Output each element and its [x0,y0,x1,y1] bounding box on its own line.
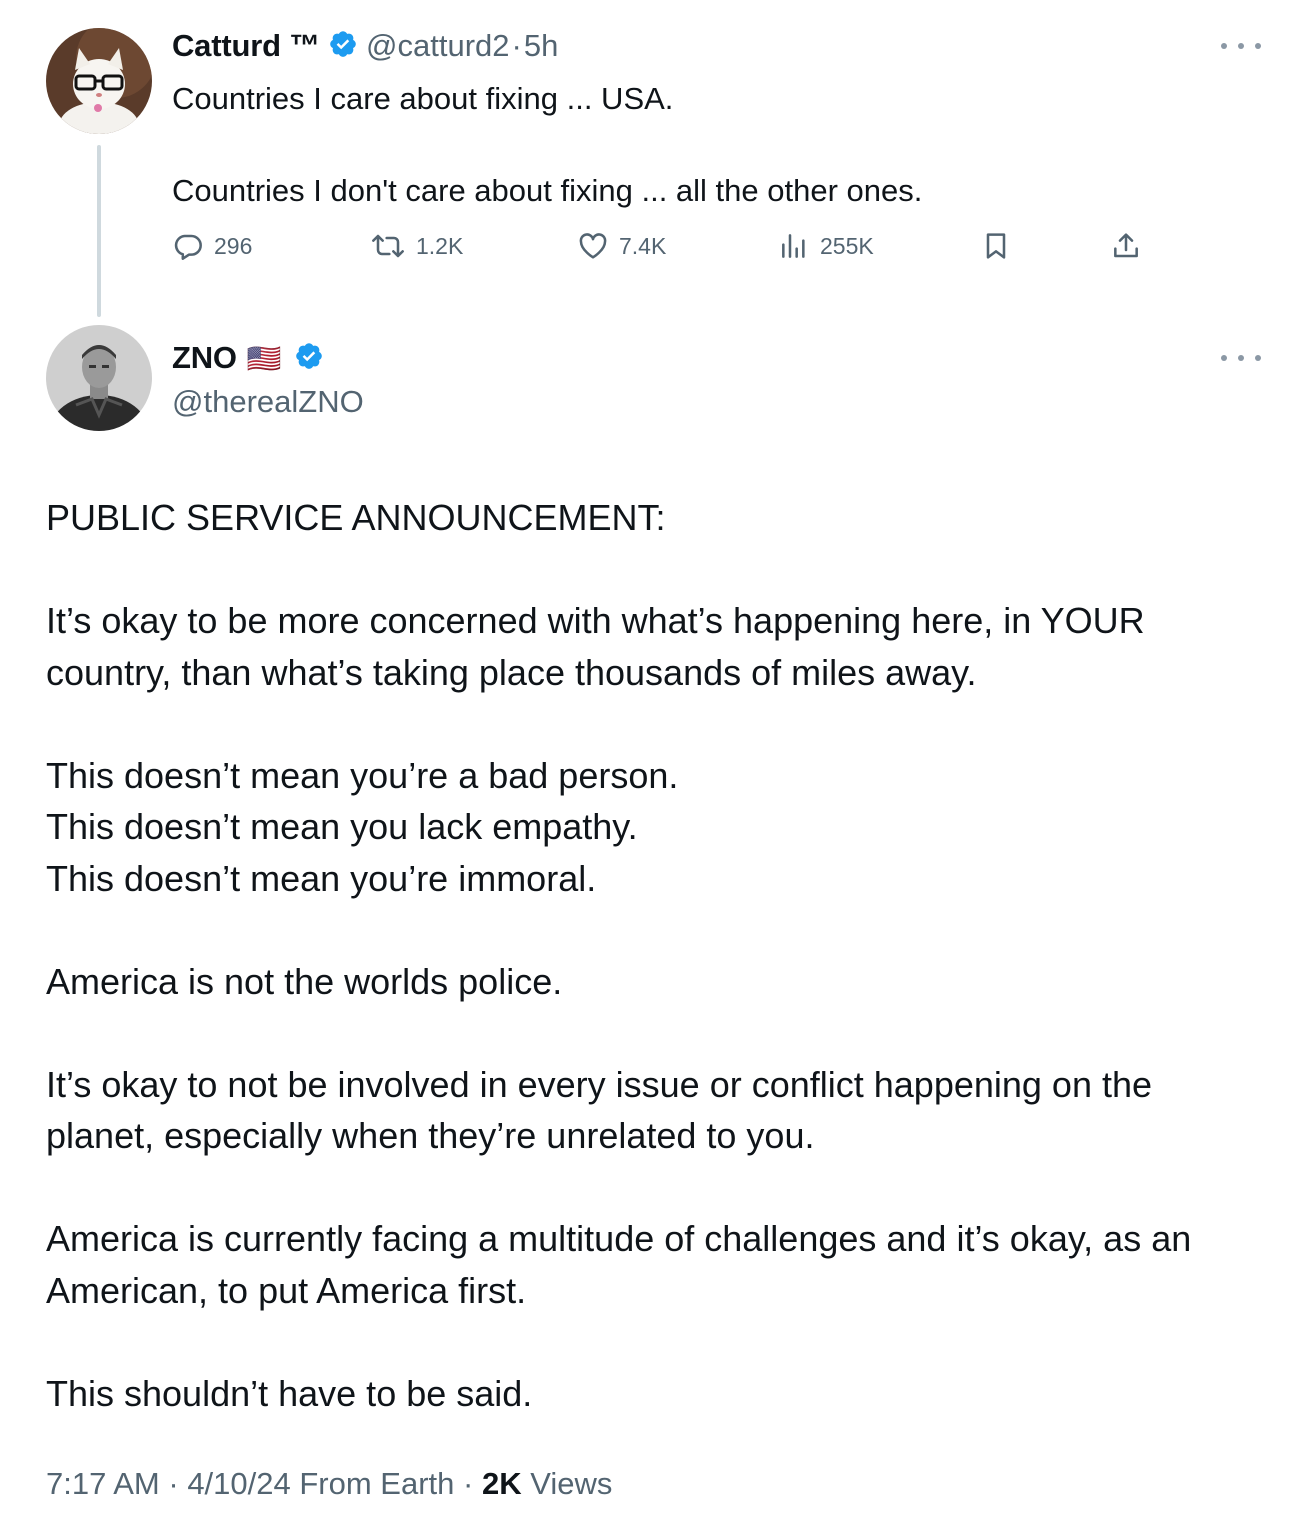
views-count: 255K [820,232,874,259]
quoted-tweet-header: Catturd ™ @catturd2 · 5h [172,26,558,66]
catturd-handle[interactable]: @catturd2 [366,28,509,64]
tweet-paragraph: America is currently facing a multitude … [46,1218,1200,1311]
like-button[interactable]: 7.4K [577,226,666,266]
quoted-tweet-text: Countries I care about fixing ... USA. C… [172,81,923,208]
views-button[interactable]: 255K [778,226,874,266]
bookmark-icon [986,233,1006,259]
reply-button[interactable]: 296 [172,226,252,266]
footer-source: From Earth [299,1466,455,1501]
tweet-paragraph: It’s okay to be more concerned with what… [46,600,1155,693]
verified-badge-icon [294,341,324,376]
footer-time[interactable]: 7:17 AM [46,1466,160,1501]
zno-handle[interactable]: @therealZNO [172,384,364,420]
catturd-display-name[interactable]: Catturd ™ [172,28,320,64]
thread-connector-line [97,145,101,317]
main-tweet-text: PUBLIC SERVICE ANNOUNCEMENT: It’s okay t… [46,492,1256,1471]
verified-badge-icon [328,29,358,64]
catturd-avatar[interactable] [46,28,152,134]
quoted-tweet-actions: 296 1.2K 7.4K 255K [172,226,1152,266]
reply-count: 296 [214,232,253,259]
main-tweet-header: ZNO 🇺🇸 @therealZNO [172,338,364,420]
share-button[interactable] [1110,226,1142,266]
main-tweet-more-icon[interactable] [1221,348,1261,368]
tweet-paragraph: America is not the worlds police. [46,960,563,1002]
footer-separator: · [463,1466,482,1501]
meta-separator: · [511,28,522,63]
footer-date[interactable]: 4/10/24 [187,1466,290,1501]
bookmark-button[interactable] [980,226,1012,266]
footer-views-label: Views [530,1466,613,1501]
footer-separator: · [168,1466,188,1501]
quoted-tweet-more-icon[interactable] [1221,36,1261,56]
zno-avatar[interactable] [46,325,152,431]
tweet-time[interactable]: 5h [524,28,558,64]
tweet-paragraph: PUBLIC SERVICE ANNOUNCEMENT: [46,497,666,538]
footer-views-count: 2K [481,1466,522,1501]
like-icon [579,233,607,259]
tweet-footer-meta: 7:17 AM · 4/10/24 From Earth · 2K Views [46,1466,612,1502]
zno-display-name[interactable]: ZNO [172,340,237,376]
views-icon [782,234,805,258]
retweet-count: 1.2K [416,232,464,259]
share-icon [1114,233,1138,258]
tweet-paragraph: It’s okay to not be involved in every is… [46,1063,1163,1157]
tweet-paragraph: This doesn’t mean you’re a bad person. T… [46,754,679,899]
like-count: 7.4K [619,232,667,259]
tweet-paragraph: This shouldn’t have to be said. [46,1372,533,1414]
reply-icon [174,234,202,260]
retweet-button[interactable]: 1.2K [370,226,463,266]
us-flag-emoji: 🇺🇸 [246,342,282,374]
retweet-icon [372,234,404,258]
